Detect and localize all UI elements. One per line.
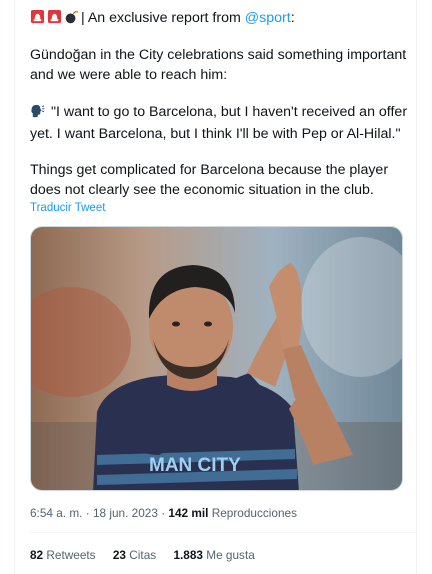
quotes-stat[interactable]: 23 Citas — [113, 548, 156, 562]
meta-separator: · — [85, 506, 90, 520]
likes-stat[interactable]: 1.883 Me gusta — [173, 548, 254, 562]
jersey-text: MAN CITY — [149, 455, 241, 476]
tweet-time[interactable]: 6:54 a. m. — [30, 506, 82, 520]
tweet-meta: 6:54 a. m. · 18 jun. 2023 · 142 mil Repr… — [30, 506, 297, 520]
translate-tweet-link[interactable]: Traducir Tweet — [30, 202, 105, 214]
tweet-paragraph-4: Things get complicated for Barcelona bec… — [30, 162, 389, 198]
tweet-paragraph-2: Gündoğan in the City celebrations said s… — [30, 47, 407, 83]
views-label: Reproducciones — [211, 506, 297, 520]
divider — [30, 532, 416, 533]
quotes-label: Citas — [129, 548, 157, 562]
intro-colon: : — [290, 10, 295, 26]
right-border — [416, 0, 417, 574]
mention-link[interactable]: @sport — [245, 10, 291, 26]
bomb-icon — [64, 9, 79, 30]
player-applauding-photo: MAN CITY — [31, 227, 402, 490]
tweet-intro-line: | An exclusive report from @sport: — [30, 8, 410, 30]
likes-count: 1.883 — [173, 548, 203, 562]
siren-icon — [47, 9, 62, 30]
retweets-count: 82 — [30, 548, 44, 562]
left-border — [14, 0, 15, 574]
intro-text: An exclusive report from — [84, 10, 245, 26]
tweet-quote-paragraph: "I want to go to Barcelona, but I haven'… — [30, 102, 410, 144]
tweet-stats: 82 Retweets 23 Citas 1.883 Me gusta — [30, 548, 269, 562]
tweet-media-photo[interactable]: MAN CITY — [30, 226, 403, 491]
likes-label: Me gusta — [206, 548, 255, 562]
retweets-stat[interactable]: 82 Retweets — [30, 548, 96, 562]
quote-text: "I want to go to Barcelona, but I haven'… — [30, 104, 408, 142]
siren-icon — [30, 9, 45, 30]
views-count: 142 mil — [168, 506, 209, 520]
meta-separator-2: · — [161, 506, 166, 520]
tweet-date[interactable]: 18 jun. 2023 — [93, 506, 158, 520]
speaking-head-icon — [30, 103, 45, 124]
quotes-count: 23 — [112, 548, 126, 562]
retweets-label: Retweets — [46, 548, 96, 562]
